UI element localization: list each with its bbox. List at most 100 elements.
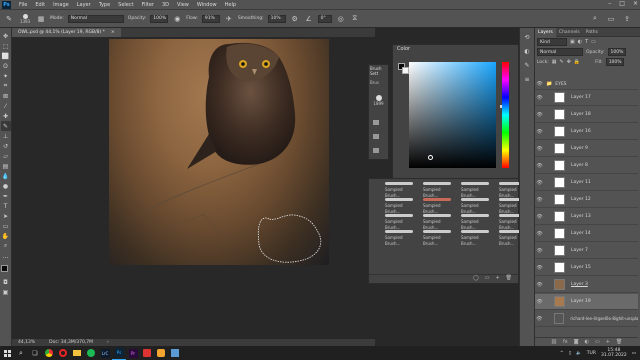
smoothing-options-icon[interactable]: ⚙ bbox=[290, 14, 300, 24]
new-group-icon[interactable]: ▭ bbox=[595, 339, 600, 345]
brush-preset[interactable]: Sampled Brush... bbox=[423, 182, 457, 198]
link-layers-icon[interactable]: ⛓ bbox=[551, 339, 557, 345]
new-layer-icon[interactable]: + bbox=[606, 339, 610, 345]
layer-mask-icon[interactable]: ◙ bbox=[574, 339, 579, 345]
lock-pixels-icon[interactable]: ✎ bbox=[560, 59, 564, 65]
menu-file[interactable]: File bbox=[15, 2, 31, 8]
visibility-icon[interactable]: 👁 bbox=[535, 197, 544, 203]
network-icon[interactable]: ▯ bbox=[569, 351, 571, 356]
lock-transparency-icon[interactable]: ▦ bbox=[552, 59, 557, 65]
minimize-icon[interactable]: – bbox=[608, 0, 611, 7]
document-tab[interactable]: OWL.psd @ 44,1% (Layer 19, RGB/8) * × bbox=[12, 28, 121, 37]
brush-preset[interactable]: Sampled Brush... bbox=[461, 214, 495, 230]
lasso-tool-icon[interactable]: ʘ bbox=[1, 61, 11, 71]
brush-preset[interactable]: Sampled Brush... bbox=[423, 230, 457, 246]
brush-preset[interactable]: Sampled Brush... bbox=[385, 182, 419, 198]
visibility-icon[interactable]: 👁 bbox=[535, 231, 544, 237]
layer-row[interactable]: 👁 Layer 11 bbox=[535, 175, 638, 191]
maximize-icon[interactable]: □ bbox=[619, 0, 625, 7]
menu-filter[interactable]: Filter bbox=[138, 2, 158, 8]
layer-row[interactable]: 👁 richard-lee-4rgxeI0o-8ighit-unsplash bbox=[535, 311, 638, 327]
brush-tool-icon[interactable]: ✎ bbox=[0, 121, 11, 131]
search-icon[interactable]: ⌕ bbox=[14, 346, 28, 360]
brush-folder-icon[interactable] bbox=[373, 120, 379, 125]
canvas-area[interactable] bbox=[12, 37, 375, 339]
history-brush-tool-icon[interactable]: ↺ bbox=[1, 141, 11, 151]
visibility-icon[interactable]: 👁 bbox=[535, 180, 544, 186]
close-icon[interactable]: × bbox=[633, 0, 638, 7]
zoom-tool-icon[interactable]: ⌕ bbox=[1, 241, 11, 251]
menu-image[interactable]: Image bbox=[49, 2, 73, 8]
blur-tool-icon[interactable]: 💧 bbox=[1, 171, 11, 181]
brush-settings-panel-icon[interactable]: ✎ bbox=[522, 60, 532, 70]
visibility-icon[interactable]: 👁 bbox=[535, 316, 544, 322]
visibility-icon[interactable]: 👁 bbox=[535, 214, 544, 220]
visibility-icon[interactable]: 👁 bbox=[535, 146, 544, 152]
layer-row[interactable]: 👁 Layer 16 bbox=[535, 124, 638, 140]
explorer-icon[interactable] bbox=[70, 346, 84, 360]
visibility-icon[interactable]: 👁 bbox=[535, 95, 544, 101]
workspace-icon[interactable]: ▭ bbox=[606, 14, 616, 24]
brush-preset[interactable]: Sampled Brush... bbox=[385, 230, 419, 246]
gradient-tool-icon[interactable]: ▤ bbox=[1, 161, 11, 171]
brush-settings-icon[interactable]: ▦ bbox=[36, 14, 46, 24]
visibility-icon[interactable]: 👁 bbox=[535, 248, 544, 254]
dodge-tool-icon[interactable]: ● bbox=[1, 181, 11, 191]
filter-pixel-icon[interactable]: ▣ bbox=[570, 39, 575, 45]
hue-slider[interactable] bbox=[500, 62, 509, 168]
visibility-icon[interactable]: 👁 bbox=[535, 129, 544, 135]
brush-preset[interactable]: Sampled Brush... bbox=[423, 198, 457, 214]
close-tab-icon[interactable]: × bbox=[111, 30, 115, 35]
lock-position-icon[interactable]: ✥ bbox=[567, 59, 571, 65]
premiere-icon[interactable]: Pr bbox=[126, 346, 140, 360]
menu-type[interactable]: Type bbox=[95, 2, 114, 8]
pen-tool-icon[interactable]: ✒ bbox=[1, 191, 11, 201]
brush-preset[interactable]: Sampled Brush... bbox=[385, 198, 419, 214]
artboard[interactable] bbox=[109, 39, 329, 265]
clock[interactable]: 15:48 31.07.2022 bbox=[601, 348, 627, 358]
tray-chevron-icon[interactable]: ^ bbox=[560, 351, 564, 356]
brush-preset-picker[interactable]: 1393 bbox=[18, 13, 32, 24]
trash-icon[interactable]: 🗑 bbox=[616, 339, 622, 345]
healing-brush-tool-icon[interactable]: ✚ bbox=[1, 111, 11, 121]
color-swatches[interactable] bbox=[0, 265, 11, 277]
angle-field[interactable]: 0° bbox=[317, 14, 332, 23]
layer-style-icon[interactable]: fx bbox=[563, 339, 568, 345]
quick-mask-icon[interactable]: ◘ bbox=[1, 277, 11, 287]
layer-row[interactable]: 👁 Layer 14 bbox=[535, 226, 638, 242]
visibility-icon[interactable]: 👁 bbox=[535, 265, 544, 271]
keyboard-language[interactable]: TUR bbox=[587, 351, 596, 356]
layer-group-eyes[interactable]: 👁 📁 EYES bbox=[535, 79, 638, 90]
layer-row-selected[interactable]: 👁 Layer 19 bbox=[535, 294, 638, 310]
menu-select[interactable]: Select bbox=[114, 2, 137, 8]
visibility-icon[interactable]: 👁 bbox=[535, 81, 544, 87]
lightroom-classic-icon[interactable]: LrC bbox=[98, 346, 112, 360]
spotify-icon[interactable] bbox=[84, 346, 98, 360]
brush-folder-icon[interactable] bbox=[373, 148, 379, 153]
layer-row[interactable]: 👁 Layer 3 bbox=[535, 277, 638, 293]
brush-preset[interactable]: Sampled Brush... bbox=[385, 214, 419, 230]
type-tool-icon[interactable]: T bbox=[1, 201, 11, 211]
toggle-preview-icon[interactable]: ◯ bbox=[473, 275, 479, 282]
zoom-level[interactable]: 44,13% bbox=[18, 340, 35, 345]
move-tool-icon[interactable]: ✥ bbox=[1, 31, 11, 41]
pressure-size-icon[interactable]: ◎ bbox=[336, 14, 346, 24]
filter-type-icon[interactable]: T bbox=[585, 39, 588, 45]
menu-window[interactable]: Window bbox=[193, 2, 221, 8]
hue-slider-handle[interactable] bbox=[500, 105, 502, 108]
adjustment-layer-icon[interactable]: ◐ bbox=[585, 339, 589, 345]
background-color-swatch[interactable] bbox=[402, 67, 409, 74]
layer-row[interactable]: 👁 Layer 7 bbox=[535, 243, 638, 259]
visibility-icon[interactable]: 👁 bbox=[535, 299, 544, 305]
layer-row[interactable]: 👁 Layer 15 bbox=[535, 260, 638, 276]
flow-field[interactable]: 91% bbox=[201, 14, 220, 23]
foreground-color-swatch[interactable] bbox=[0, 265, 8, 272]
layer-row[interactable]: 👁 Layer 8 bbox=[535, 158, 638, 174]
color-field[interactable] bbox=[409, 62, 496, 168]
brush-preset[interactable]: Sampled Brush... bbox=[461, 182, 495, 198]
opera-icon[interactable] bbox=[56, 346, 70, 360]
screen-mode-icon[interactable]: ▣ bbox=[1, 287, 11, 297]
new-group-icon[interactable]: ▭ bbox=[485, 275, 490, 282]
symmetry-icon[interactable]: ⧖ bbox=[350, 14, 360, 24]
brush-tab-label[interactable]: Brus bbox=[369, 79, 388, 87]
